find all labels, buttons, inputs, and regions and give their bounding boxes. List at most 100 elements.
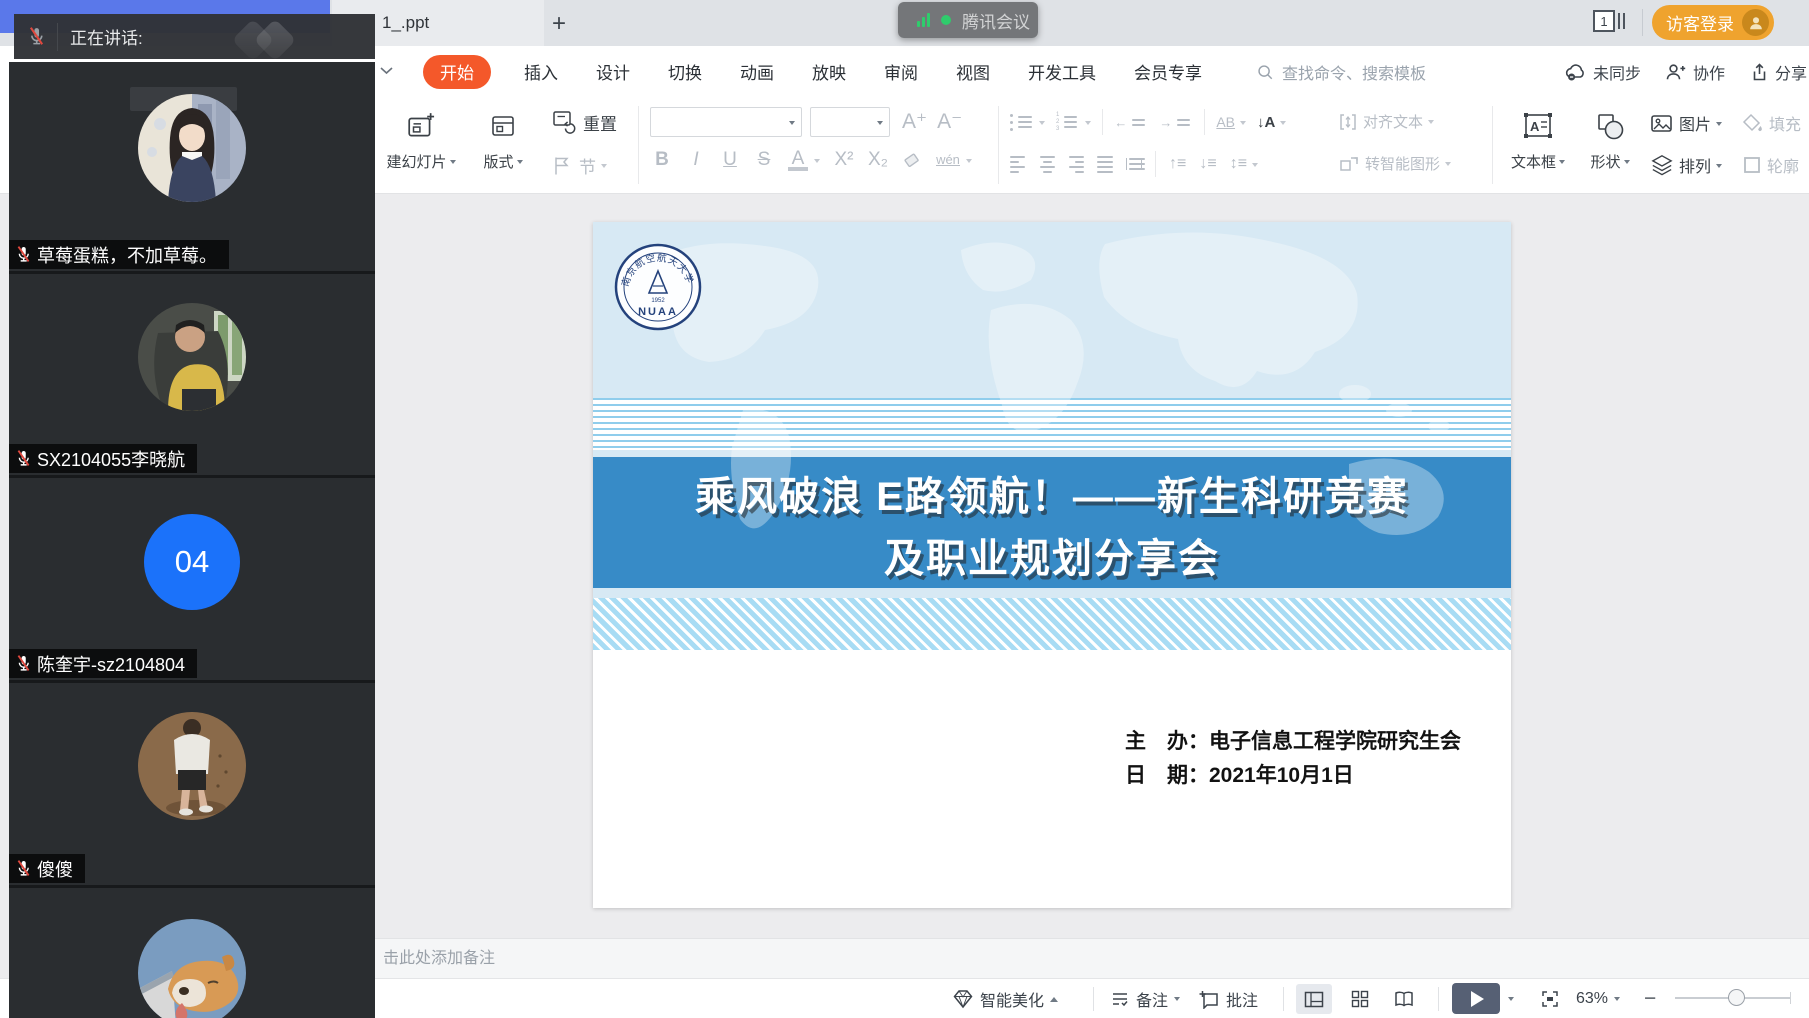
guest-avatar-icon <box>1742 9 1769 36</box>
notes-button[interactable]: 备注 <box>1110 979 1180 1018</box>
meeting-floating-pill[interactable]: 腾讯会议 <box>898 2 1038 38</box>
muted-mic-icon <box>16 449 31 468</box>
slide-title-line1: 乘风破浪 E路领航！——新生科研竞赛 <box>695 464 1409 522</box>
strikethrough-button[interactable]: S <box>754 149 774 171</box>
play-slideshow-button[interactable] <box>1452 983 1500 1014</box>
window-stack-icon <box>1615 12 1625 30</box>
person-plus-icon <box>1665 62 1687 82</box>
layout-button[interactable]: 版式 <box>472 103 534 172</box>
participant-tile[interactable] <box>9 888 375 1018</box>
collaborate-button[interactable]: 协作 <box>1665 60 1725 84</box>
phonetic-guide-button[interactable]: wén <box>936 155 960 166</box>
spacing-after-button[interactable]: ↓≡ <box>1199 155 1216 173</box>
notes-icon <box>1110 990 1130 1008</box>
share-button[interactable]: 分享 <box>1749 60 1807 84</box>
zoom-slider-thumb[interactable] <box>1728 989 1745 1006</box>
participant-tile[interactable]: 草莓蛋糕，不加草莓。 <box>9 62 375 271</box>
participant-name-tag: 傻傻 <box>9 854 85 883</box>
recording-dot-icon <box>941 15 951 25</box>
slide[interactable]: 南京航空航天大学 1952 NUAA 乘风破浪 E路领航！——新生科研竞赛 及职… <box>593 222 1511 908</box>
slide-host-block[interactable]: 主 办：电子信息工程学院研究生会 日 期：2021年10月1日 <box>1125 725 1461 793</box>
tab-animation[interactable]: 动画 <box>721 46 793 97</box>
fill-button[interactable]: 填充 <box>1742 111 1801 135</box>
fit-slide-button[interactable] <box>1540 979 1560 1018</box>
text-direction-button[interactable]: ↓A <box>1257 114 1286 131</box>
shrink-font-button[interactable]: A⁻ <box>937 109 962 134</box>
tab-devtools[interactable]: 开发工具 <box>1009 46 1115 97</box>
beautify-gem-icon <box>952 989 974 1009</box>
distribute-text-button[interactable] <box>1126 158 1142 170</box>
align-left-button[interactable] <box>1010 156 1026 173</box>
meeting-speaking-header[interactable]: 正在讲话: <box>14 14 375 59</box>
reset-button[interactable]: 重置 <box>552 109 617 135</box>
participant-avatar <box>138 919 246 1018</box>
new-tab-button[interactable]: + <box>543 8 575 40</box>
slide-sorter-view-button[interactable] <box>1342 984 1378 1014</box>
clear-format-icon[interactable] <box>902 150 922 170</box>
normal-view-button[interactable] <box>1296 984 1332 1014</box>
align-center-button[interactable] <box>1039 156 1055 173</box>
slide-title-block[interactable]: 乘风破浪 E路领航！——新生科研竞赛 及职业规划分享会 <box>593 460 1511 588</box>
sync-status-button[interactable]: 未同步 <box>1563 60 1641 84</box>
meeting-participant-list: 草莓蛋糕，不加草莓。 SX2104055李晓航 <box>9 62 375 1018</box>
align-justify-button[interactable] <box>1097 156 1113 173</box>
align-right-button[interactable] <box>1068 156 1084 173</box>
bold-button[interactable]: B <box>652 149 672 171</box>
bullet-list-button[interactable] <box>1010 114 1045 131</box>
font-name-select[interactable] <box>650 107 802 137</box>
superscript-button[interactable]: X² <box>834 149 854 171</box>
participant-name: 草莓蛋糕，不加草莓。 <box>37 242 217 268</box>
fit-screen-icon <box>1540 989 1560 1009</box>
align-text-button[interactable]: 对齐文本 <box>1338 111 1434 132</box>
play-options-dropdown[interactable] <box>1508 979 1514 1018</box>
line-spacing-button[interactable]: ↕≡ <box>1230 155 1247 173</box>
decrease-indent-button[interactable]: ← <box>1114 115 1148 130</box>
grow-font-button[interactable]: A⁺ <box>902 109 927 134</box>
arrange-button[interactable]: 排列 <box>1650 153 1722 177</box>
tab-insert[interactable]: 插入 <box>505 46 577 97</box>
tab-home[interactable]: 开始 <box>423 46 491 97</box>
character-border-button[interactable]: AB <box>1216 114 1246 130</box>
italic-button[interactable]: I <box>686 149 706 171</box>
window-count-button[interactable]: 1 <box>1593 10 1625 32</box>
section-button[interactable]: 节 <box>552 153 607 178</box>
share-icon <box>1749 62 1769 82</box>
increase-indent-button[interactable]: → <box>1159 115 1193 130</box>
svg-text:A: A <box>1530 119 1540 134</box>
comment-icon <box>1198 989 1220 1009</box>
tab-membership[interactable]: 会员专享 <box>1115 46 1221 97</box>
font-color-button[interactable]: A <box>788 150 808 171</box>
shapes-button[interactable]: 形状 <box>1580 103 1640 172</box>
smart-beautify-button[interactable]: 智能美化 <box>952 979 1058 1018</box>
reading-view-button[interactable] <box>1386 984 1422 1014</box>
tab-transition[interactable]: 切换 <box>649 46 721 97</box>
comment-button[interactable]: 批注 <box>1198 979 1258 1018</box>
participant-tile[interactable]: 04 陈奎宇-sz2104804 <box>9 478 375 680</box>
muted-mic-icon <box>28 26 45 47</box>
subscript-button[interactable]: X₂ <box>868 149 888 171</box>
tab-slideshow[interactable]: 放映 <box>793 46 865 97</box>
slide-title-line2: 及职业规划分享会 <box>884 526 1220 584</box>
zoom-out-button[interactable]: − <box>1644 979 1656 1018</box>
convert-smart-graphic-button[interactable]: 转智能图形 <box>1338 153 1451 174</box>
participant-tile[interactable]: SX2104055李晓航 <box>9 274 375 475</box>
text-box-button[interactable]: A 文本框 <box>1502 103 1574 172</box>
numbered-list-button[interactable]: 123 <box>1056 112 1091 133</box>
command-search[interactable]: 查找命令、搜索模板 <box>1256 58 1426 86</box>
font-size-select[interactable] <box>810 107 890 137</box>
zoom-level-button[interactable]: 63% <box>1576 979 1620 1018</box>
guest-login-button[interactable]: 访客登录 <box>1652 5 1774 40</box>
tab-design[interactable]: 设计 <box>577 46 649 97</box>
university-logo[interactable]: 南京航空航天大学 1952 NUAA <box>614 243 702 331</box>
host-line: 主 办：电子信息工程学院研究生会 <box>1125 725 1461 759</box>
participant-tile[interactable]: 傻傻 <box>9 683 375 885</box>
ribbon-collapse-icon[interactable] <box>380 66 393 75</box>
new-slide-button[interactable]: 建幻灯片 <box>378 103 464 172</box>
tab-view[interactable]: 视图 <box>937 46 1009 97</box>
underline-button[interactable]: U <box>720 149 740 171</box>
notes-pane[interactable]: 击此处添加备注 <box>375 938 1809 978</box>
picture-button[interactable]: 图片 <box>1650 111 1722 135</box>
outline-button[interactable]: 轮廓 <box>1742 153 1799 177</box>
spacing-before-button[interactable]: ↑≡ <box>1169 155 1186 173</box>
tab-review[interactable]: 审阅 <box>865 46 937 97</box>
